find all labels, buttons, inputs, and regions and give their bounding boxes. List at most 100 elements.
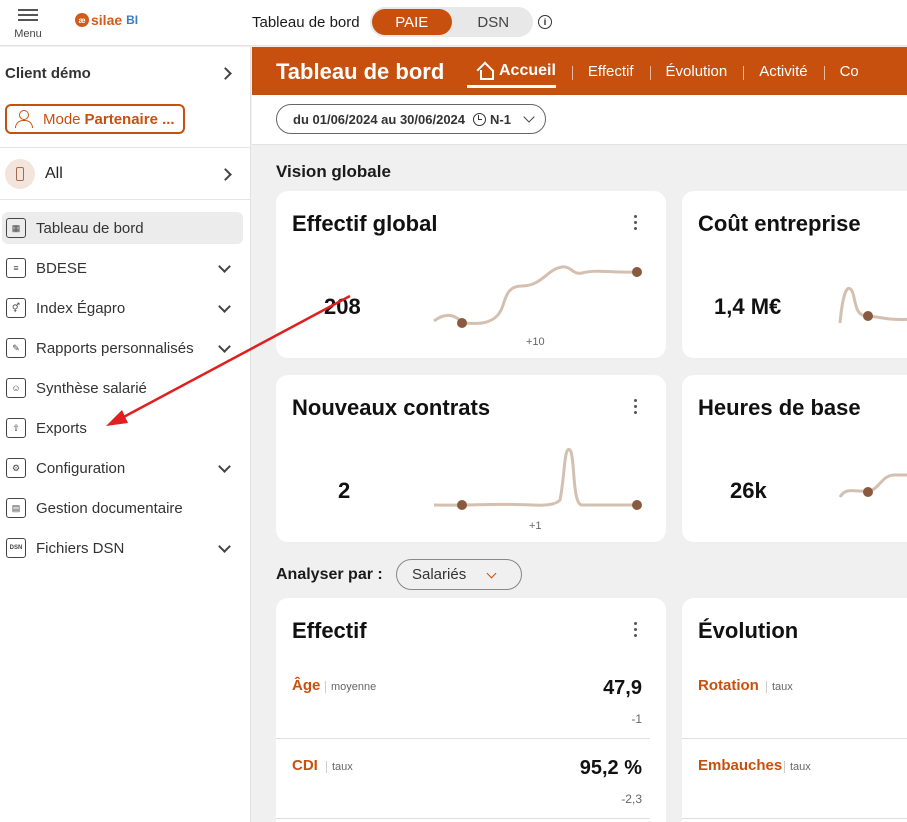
logo-text: silae bbox=[91, 12, 123, 28]
mode-value: Partenaire ... bbox=[84, 110, 175, 128]
export-icon: ⇧ bbox=[6, 418, 26, 438]
client-selector[interactable]: Client démo bbox=[5, 65, 232, 82]
sidebar-item-label: Gestion documentaire bbox=[36, 499, 183, 517]
dashboard-title: Tableau de bord bbox=[276, 59, 445, 84]
metric-delta: -2,3 bbox=[621, 792, 642, 806]
sidebar-item-exports[interactable]: ⇧ Exports bbox=[2, 412, 243, 444]
partner-mode-button[interactable]: Mode Partenaire ... bbox=[5, 104, 185, 134]
sparkline bbox=[433, 448, 642, 510]
tab-label: Accueil bbox=[499, 62, 556, 79]
dashboard-icon: ▦ bbox=[6, 218, 26, 238]
sparkline-start-point bbox=[457, 318, 467, 328]
kpi-title: Heures de base bbox=[698, 395, 861, 420]
home-icon bbox=[477, 64, 494, 80]
user-settings-icon bbox=[15, 110, 35, 128]
info-icon[interactable]: i bbox=[538, 15, 552, 29]
client-name: Client démo bbox=[5, 65, 91, 82]
more-options-icon[interactable] bbox=[634, 215, 638, 233]
sidebar-item-label: Synthèse salarié bbox=[36, 379, 147, 397]
sparkline-path bbox=[838, 473, 907, 498]
menu-button[interactable]: Menu bbox=[8, 6, 48, 42]
metric-row[interactable]: CDI taux 95,2 % -2,3 bbox=[276, 739, 650, 819]
kpi-value: 1,4 M€ bbox=[714, 294, 782, 319]
chevron-down-icon bbox=[486, 568, 497, 579]
date-range-selector[interactable]: du 01/06/2024 au 30/06/2024 N-1 bbox=[276, 104, 546, 134]
dsn-file-icon: DSN bbox=[6, 538, 26, 558]
metric-name: Rotation bbox=[698, 677, 759, 694]
chevron-down-icon[interactable] bbox=[218, 539, 231, 553]
sidebar-item-label: Configuration bbox=[36, 459, 126, 477]
main-content: Tableau de bord Accueil Effectif Évoluti… bbox=[252, 47, 907, 822]
report-edit-icon: ✎ bbox=[6, 338, 26, 358]
metric-name: CDI bbox=[292, 757, 318, 774]
history-clock-icon bbox=[473, 112, 487, 126]
scope-selector[interactable]: All bbox=[5, 159, 232, 189]
tab-effectif[interactable]: Effectif bbox=[571, 63, 650, 80]
more-options-icon[interactable] bbox=[634, 622, 638, 640]
tab-accueil[interactable]: Accueil bbox=[467, 62, 572, 88]
sparkline-end-point bbox=[632, 500, 642, 510]
chevron-down-icon[interactable] bbox=[218, 259, 231, 273]
analyse-select[interactable]: Salariés bbox=[396, 559, 522, 590]
sidebar-item-label: Tableau de bord bbox=[36, 219, 144, 237]
sparkline-end-point bbox=[632, 267, 642, 277]
metric-sub: taux bbox=[326, 761, 353, 773]
card-title: Évolution bbox=[698, 618, 799, 643]
employee-file-icon: ☺ bbox=[6, 378, 26, 398]
app-logo[interactable]: æ silae BI bbox=[75, 12, 138, 28]
sidebar-nav: ▦ Tableau de bord ≡ BDESE ⚥ Index Égapro ✎ Rapp… bbox=[0, 212, 251, 572]
hamburger-icon bbox=[18, 9, 38, 21]
kpi-title: Coût entreprise bbox=[698, 211, 861, 236]
metric-row[interactable]: Rotation taux bbox=[682, 659, 907, 739]
kpi-card-effectif-global[interactable]: Effectif global 208 +10 bbox=[276, 191, 666, 358]
more-options-icon[interactable] bbox=[634, 399, 638, 417]
sidebar-item-label: Fichiers DSN bbox=[36, 539, 125, 557]
metric-name: Âge bbox=[292, 677, 321, 694]
metric-row[interactable]: Âge moyenne 47,9 -1 bbox=[276, 659, 650, 739]
comparison-period: N-1 bbox=[490, 111, 511, 127]
kpi-title: Effectif global bbox=[292, 211, 438, 236]
kpi-card-heures-de-base[interactable]: Heures de base 26k bbox=[682, 375, 907, 542]
sidebar: Client démo Mode Partenaire ... All ▦ Tab… bbox=[0, 47, 251, 822]
sidebar-item-rapports-personnalis-s[interactable]: ✎ Rapports personnalisés bbox=[2, 332, 243, 364]
toggle-dsn[interactable]: DSN bbox=[454, 7, 534, 37]
sidebar-item-tableau-de-bord[interactable]: ▦ Tableau de bord bbox=[2, 212, 243, 244]
chevron-right-icon bbox=[219, 67, 232, 80]
kpi-card-nouveaux-contrats[interactable]: Nouveaux contrats 2 +1 bbox=[276, 375, 666, 542]
sidebar-item-index-gapro[interactable]: ⚥ Index Égapro bbox=[2, 292, 243, 324]
sparkline-path bbox=[433, 265, 638, 325]
card-title: Effectif bbox=[292, 618, 367, 643]
sidebar-item-bdese[interactable]: ≡ BDESE bbox=[2, 252, 243, 284]
page-title: Tableau de bord bbox=[252, 14, 360, 31]
sidebar-item-label: Exports bbox=[36, 419, 87, 437]
kpi-card-cout-entreprise[interactable]: Coût entreprise 1,4 M€ bbox=[682, 191, 907, 358]
sidebar-item-gestion-documentaire[interactable]: ▤ Gestion documentaire bbox=[2, 492, 243, 524]
source-toggle: PAIE DSN bbox=[370, 7, 533, 37]
filter-bar: du 01/06/2024 au 30/06/2024 N-1 bbox=[252, 95, 907, 145]
sparkline bbox=[433, 265, 642, 328]
section-title: Vision globale bbox=[276, 162, 391, 181]
sparkline-start-point bbox=[863, 311, 873, 321]
sidebar-item-synth-se-salari-[interactable]: ☺ Synthèse salarié bbox=[2, 372, 243, 404]
kpi-delta: +1 bbox=[529, 520, 542, 532]
date-range: du 01/06/2024 au 30/06/2024 bbox=[293, 111, 466, 127]
dashboard-header: Tableau de bord Accueil Effectif Évoluti… bbox=[252, 47, 907, 95]
divider bbox=[0, 199, 251, 200]
kpi-value: 208 bbox=[324, 294, 361, 319]
sidebar-item-fichiers-dsn[interactable]: DSN Fichiers DSN bbox=[2, 532, 243, 564]
tab-more[interactable]: Co bbox=[823, 63, 875, 80]
tab-activite[interactable]: Activité bbox=[743, 63, 823, 80]
toggle-paie[interactable]: PAIE bbox=[372, 9, 452, 35]
chevron-down-icon bbox=[523, 111, 535, 123]
mode-prefix: Mode bbox=[43, 110, 81, 128]
chevron-down-icon[interactable] bbox=[218, 299, 231, 313]
metric-row[interactable]: Embauches taux bbox=[682, 739, 907, 819]
tab-evolution[interactable]: Évolution bbox=[649, 63, 744, 80]
chevron-down-icon[interactable] bbox=[218, 339, 231, 353]
analyse-value: Salariés bbox=[412, 566, 467, 583]
top-bar: Menu æ silae BI Tableau de bord PAIE DSN… bbox=[0, 0, 907, 46]
config-icon: ⚙ bbox=[6, 458, 26, 478]
metric-delta: -1 bbox=[631, 712, 642, 726]
sidebar-item-configuration[interactable]: ⚙ Configuration bbox=[2, 452, 243, 484]
chevron-down-icon[interactable] bbox=[218, 459, 231, 473]
